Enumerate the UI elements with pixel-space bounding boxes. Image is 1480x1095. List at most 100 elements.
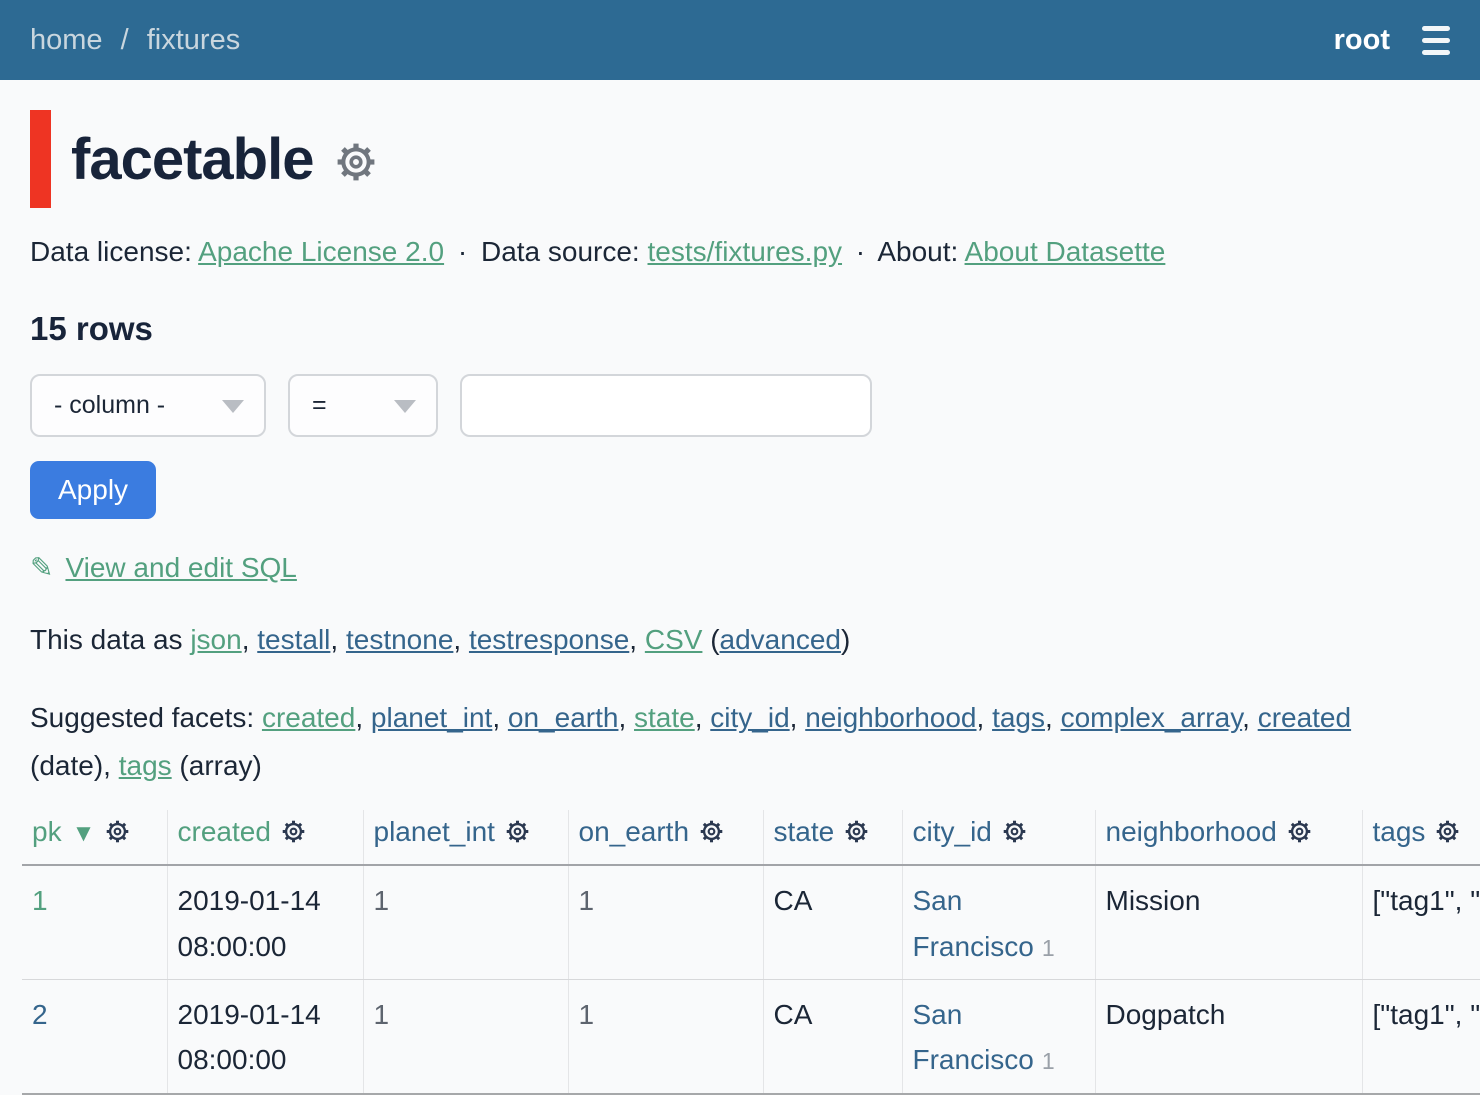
top-nav: home / fixtures root xyxy=(0,0,1480,80)
export-link-csv[interactable]: CSV xyxy=(645,624,703,655)
breadcrumb-separator: / xyxy=(121,24,129,56)
chevron-down-icon xyxy=(222,400,244,413)
gear-icon[interactable] xyxy=(843,818,870,845)
row-count-heading: 15 rows xyxy=(30,310,1450,348)
about-label: About: xyxy=(877,236,958,267)
sort-desc-icon: ▼ xyxy=(72,820,96,847)
column-header-created: created xyxy=(167,810,363,865)
column-header-neighborhood-link[interactable]: neighborhood xyxy=(1106,816,1277,847)
column-header-on-earth: on_earth xyxy=(568,810,763,865)
filter-column-value: - column - xyxy=(54,391,165,420)
user-root-link[interactable]: root xyxy=(1334,24,1390,57)
cell-created: 2019-01-14 08:00:00 xyxy=(167,980,363,1094)
gear-icon[interactable] xyxy=(280,818,307,845)
about-link[interactable]: About Datasette xyxy=(965,236,1166,267)
metadata-line: Data license: Apache License 2.0 · Data … xyxy=(30,236,1450,268)
view-edit-sql-link[interactable]: View and edit SQL xyxy=(65,552,296,583)
row-pk-link[interactable]: 1 xyxy=(32,885,48,916)
city-link[interactable]: San Francisco xyxy=(913,885,1034,961)
page-title: facetable xyxy=(71,126,313,193)
advanced-close-paren: ) xyxy=(841,624,850,655)
cell-state: CA xyxy=(763,980,902,1094)
city-raw-value: 1 xyxy=(1042,1048,1055,1074)
cell-neighborhood: Dogpatch xyxy=(1095,980,1362,1094)
column-header-state-link[interactable]: state xyxy=(774,816,835,847)
cell-on-earth: 1 xyxy=(568,980,763,1094)
license-link[interactable]: Apache License 2.0 xyxy=(198,236,444,267)
results-table: pk ▼ created planet_int on_earth state xyxy=(22,810,1480,1094)
cell-pk: 2 xyxy=(22,980,167,1094)
chevron-down-icon xyxy=(394,400,416,413)
filter-operator-select[interactable]: = xyxy=(288,374,438,437)
hamburger-icon[interactable] xyxy=(1422,22,1450,59)
facet-link-city-id[interactable]: city_id xyxy=(710,702,789,733)
cell-planet-int: 1 xyxy=(363,980,568,1094)
column-header-on-earth-link[interactable]: on_earth xyxy=(579,816,690,847)
gear-icon[interactable] xyxy=(104,818,131,845)
gear-icon[interactable] xyxy=(1286,818,1313,845)
cell-planet-int: 1 xyxy=(363,865,568,979)
city-link[interactable]: San Francisco xyxy=(913,999,1034,1075)
cell-tags: ["tag1", "tag3"] xyxy=(1362,980,1480,1094)
cell-pk: 1 xyxy=(22,865,167,979)
cell-city-id: San Francisco 1 xyxy=(902,980,1095,1094)
table-header-row: pk ▼ created planet_int on_earth state xyxy=(22,810,1480,865)
cell-city-id: San Francisco 1 xyxy=(902,865,1095,979)
column-header-city-id: city_id xyxy=(902,810,1095,865)
column-header-pk-link[interactable]: pk xyxy=(32,816,62,847)
facet-link-created[interactable]: created xyxy=(262,702,355,733)
facet-link-neighborhood[interactable]: neighborhood xyxy=(805,702,976,733)
cell-created: 2019-01-14 08:00:00 xyxy=(167,865,363,979)
facet-link-created-date[interactable]: created xyxy=(1258,702,1351,733)
results-table-wrap: pk ▼ created planet_int on_earth state xyxy=(22,810,1480,1094)
filter-value-input[interactable] xyxy=(460,374,872,437)
advanced-open-paren: ( xyxy=(710,624,719,655)
table-actions-gear-icon[interactable] xyxy=(333,139,379,185)
export-link-testall[interactable]: testall xyxy=(257,624,330,655)
export-link-testnone[interactable]: testnone xyxy=(346,624,453,655)
filter-operator-value: = xyxy=(312,391,327,420)
breadcrumb: home / fixtures xyxy=(30,24,240,57)
cell-state: CA xyxy=(763,865,902,979)
gear-icon[interactable] xyxy=(1434,818,1461,845)
column-header-neighborhood: neighborhood xyxy=(1095,810,1362,865)
column-header-created-link[interactable]: created xyxy=(178,816,271,847)
facet-link-complex-array[interactable]: complex_array xyxy=(1061,702,1243,733)
separator-dot: · xyxy=(856,236,865,267)
suggested-facets-line: Suggested facets: created planet_int on_ea… xyxy=(30,694,1450,790)
facet-link-state[interactable]: state xyxy=(634,702,695,733)
apply-button[interactable]: Apply xyxy=(30,461,156,519)
column-header-planet-int-link[interactable]: planet_int xyxy=(374,816,495,847)
facet-link-planet-int[interactable]: planet_int xyxy=(371,702,492,733)
pencil-icon: ✎ xyxy=(30,552,53,583)
filter-row: - column - = xyxy=(30,374,1450,437)
column-header-city-id-link[interactable]: city_id xyxy=(913,816,992,847)
source-link[interactable]: tests/fixtures.py xyxy=(648,236,843,267)
facets-prefix: Suggested facets: xyxy=(30,702,254,733)
gear-icon[interactable] xyxy=(1001,818,1028,845)
column-header-planet-int: planet_int xyxy=(363,810,568,865)
separator-dot: · xyxy=(458,236,467,267)
nav-right: root xyxy=(1334,22,1450,59)
column-header-tags: tags xyxy=(1362,810,1480,865)
gear-icon[interactable] xyxy=(504,818,531,845)
facet-link-tags[interactable]: tags xyxy=(992,702,1045,733)
cell-tags: ["tag1", "tag2"] xyxy=(1362,865,1480,979)
table-row: 2 2019-01-14 08:00:00 1 1 CA San Francis… xyxy=(22,980,1480,1094)
main-content: facetable Data license: Apache License 2… xyxy=(0,110,1480,1095)
export-link-testresponse[interactable]: testresponse xyxy=(469,624,629,655)
facet-link-tags-array[interactable]: tags xyxy=(119,750,172,781)
filter-column-select[interactable]: - column - xyxy=(30,374,266,437)
sql-line: ✎ View and edit SQL xyxy=(30,551,1450,584)
column-header-tags-link[interactable]: tags xyxy=(1373,816,1426,847)
cell-on-earth: 1 xyxy=(568,865,763,979)
export-link-advanced[interactable]: advanced xyxy=(720,624,841,655)
gear-icon[interactable] xyxy=(698,818,725,845)
row-pk-link[interactable]: 2 xyxy=(32,999,48,1030)
export-link-json[interactable]: json xyxy=(190,624,241,655)
city-raw-value: 1 xyxy=(1042,935,1055,961)
breadcrumb-home-link[interactable]: home xyxy=(30,24,103,56)
facet-link-on-earth[interactable]: on_earth xyxy=(508,702,619,733)
license-label: Data license: xyxy=(30,236,192,267)
title-accent-bar xyxy=(30,110,51,208)
